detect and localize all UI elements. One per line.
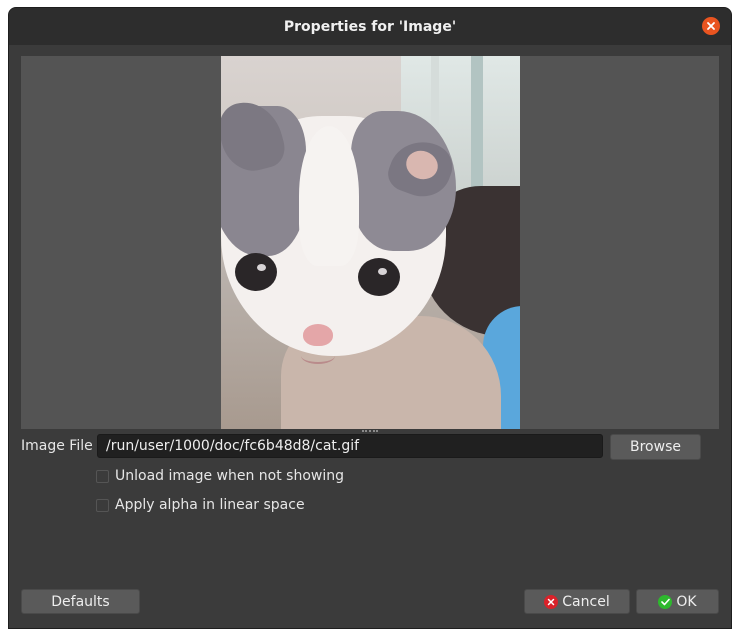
unload-image-checkbox[interactable]: [96, 469, 109, 483]
dialog-title: Properties for 'Image': [283, 18, 457, 35]
image-file-input[interactable]: [97, 434, 603, 458]
cancel-button[interactable]: Cancel: [524, 589, 630, 614]
image-preview-panel: [21, 56, 719, 429]
unload-image-label: Unload image when not showing: [115, 468, 345, 484]
close-icon: [707, 22, 715, 30]
defaults-label: Defaults: [51, 593, 110, 610]
image-file-row: Image File Browse: [21, 434, 711, 460]
unload-image-option[interactable]: Unload image when not showing: [96, 468, 344, 484]
title-bar[interactable]: Properties for 'Image': [9, 8, 731, 45]
properties-dialog: Properties for 'Image': [9, 8, 731, 628]
check-icon: [658, 594, 673, 609]
browse-label: Browse: [630, 439, 681, 455]
browse-button[interactable]: Browse: [610, 434, 701, 460]
apply-alpha-label: Apply alpha in linear space: [115, 497, 305, 513]
image-file-label: Image File: [21, 438, 93, 454]
close-button[interactable]: [702, 17, 720, 35]
cancel-label: Cancel: [562, 593, 610, 610]
ok-label: OK: [676, 593, 697, 610]
cancel-icon: [544, 594, 559, 609]
apply-alpha-option[interactable]: Apply alpha in linear space: [96, 497, 305, 513]
defaults-button[interactable]: Defaults: [21, 589, 140, 614]
cat-image-preview: [221, 56, 520, 429]
ok-button[interactable]: OK: [636, 589, 719, 614]
apply-alpha-checkbox[interactable]: [96, 498, 109, 512]
